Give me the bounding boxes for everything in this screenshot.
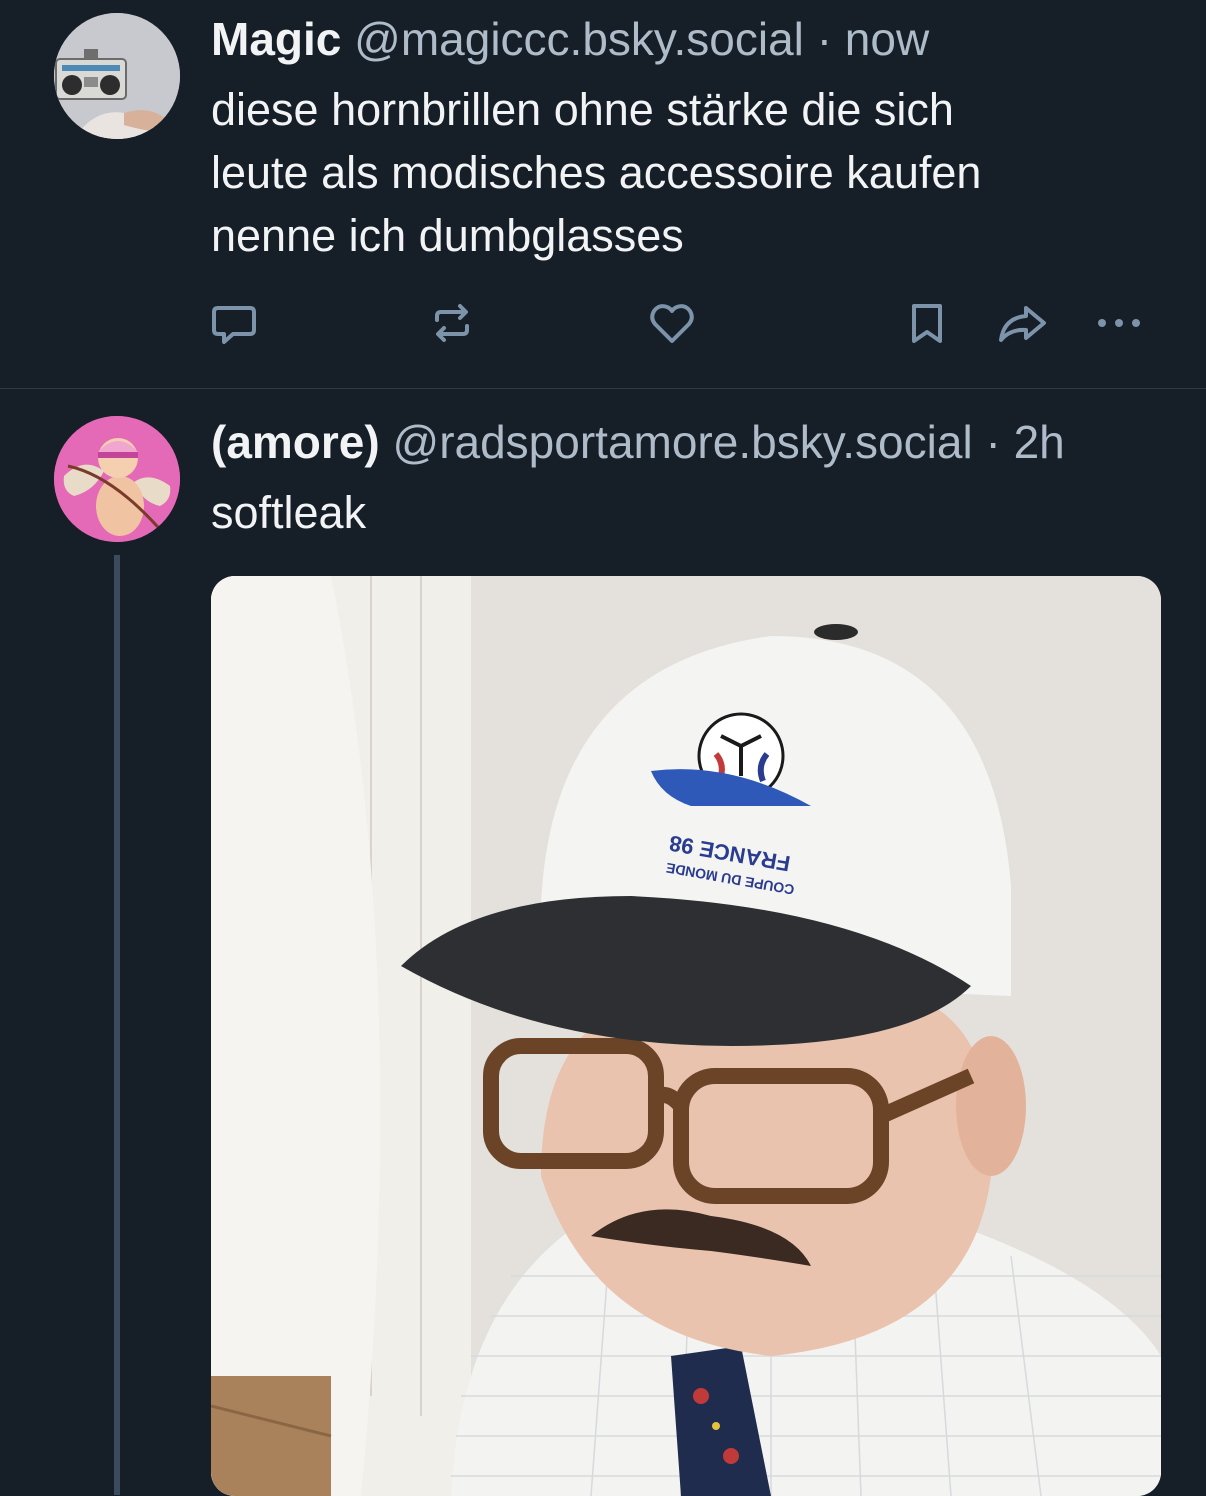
- post-text: softleak: [211, 481, 1111, 544]
- selfie-photo: FRANCE 98 COUPE DU MONDE: [211, 576, 1161, 1496]
- separator-dot: ·: [816, 13, 833, 65]
- repost-button[interactable]: [425, 296, 479, 350]
- avatar[interactable]: [54, 13, 180, 139]
- thread-line: [114, 555, 120, 1495]
- avatar-boombox-image: [54, 13, 180, 139]
- post-header: Magic @magiccc.bsky.social · now: [211, 12, 929, 66]
- post-magic[interactable]: Magic @magiccc.bsky.social · now diese h…: [0, 0, 1206, 389]
- more-icon: [1098, 319, 1140, 327]
- bookmark-icon: [912, 304, 942, 343]
- post-text-line: softleak: [211, 487, 367, 538]
- reply-icon: [212, 306, 256, 344]
- reply-button[interactable]: [207, 296, 261, 350]
- post-actions: [0, 296, 1206, 350]
- post-text-line: diese hornbrillen ohne stärke die sich: [211, 84, 954, 135]
- handle[interactable]: @radsportamore.bsky.social: [393, 416, 973, 468]
- like-button[interactable]: [645, 296, 699, 350]
- like-icon: [650, 304, 694, 343]
- post-text: diese hornbrillen ohne stärke die sich l…: [211, 78, 1111, 267]
- post-amore[interactable]: (amore) @radsportamore.bsky.social · 2h …: [0, 389, 1206, 1496]
- display-name[interactable]: Magic: [211, 13, 341, 65]
- more-options-button[interactable]: [1092, 296, 1146, 350]
- bookmark-button[interactable]: [900, 296, 954, 350]
- separator-dot: ·: [985, 416, 1001, 468]
- avatar-cupid-image: [54, 416, 180, 542]
- post-header: (amore) @radsportamore.bsky.social · 2h: [211, 415, 1065, 469]
- handle[interactable]: @magiccc.bsky.social: [354, 13, 804, 65]
- post-image[interactable]: FRANCE 98 COUPE DU MONDE: [211, 576, 1161, 1496]
- repost-icon: [435, 304, 469, 342]
- display-name[interactable]: (amore): [211, 416, 380, 468]
- post-text-line: nenne ich dumbglasses: [211, 210, 684, 261]
- timestamp[interactable]: now: [845, 13, 929, 65]
- post-text-line: leute als modisches accessoire kaufen: [211, 147, 982, 198]
- share-icon: [999, 306, 1046, 342]
- share-button[interactable]: [996, 296, 1050, 350]
- avatar[interactable]: [54, 416, 180, 542]
- timestamp[interactable]: 2h: [1014, 416, 1065, 468]
